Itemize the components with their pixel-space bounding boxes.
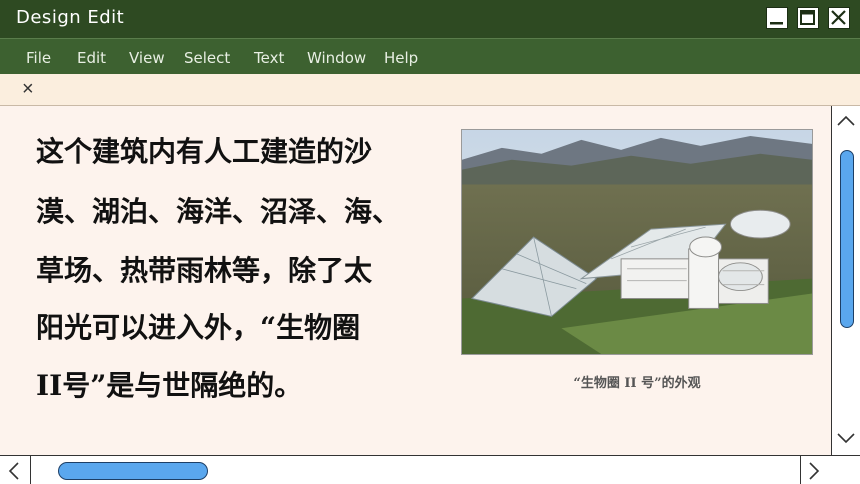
chevron-up-icon[interactable] <box>836 114 856 128</box>
menu-help[interactable]: Help <box>384 49 418 67</box>
maximize-icon <box>800 10 815 25</box>
menu-text[interactable]: Text <box>254 49 284 67</box>
chevron-left-icon[interactable] <box>6 461 22 481</box>
vertical-scroll-thumb[interactable] <box>840 150 854 328</box>
title-bar: Design Edit <box>0 0 860 38</box>
menu-bar: File Edit View Select Text Window Help <box>0 38 860 74</box>
body-text-line-2: 漠、湖泊、海洋、沼泽、海、 <box>36 195 401 228</box>
minimize-icon <box>770 22 783 25</box>
menu-view[interactable]: View <box>129 49 165 67</box>
maximize-button[interactable] <box>797 7 819 29</box>
minimize-button[interactable] <box>766 7 788 29</box>
menu-select[interactable]: Select <box>184 49 230 67</box>
chevron-down-icon[interactable] <box>836 431 856 445</box>
body-text-line-5: II号”是与世隔绝的。 <box>36 369 303 402</box>
image-caption: “生物圈 II 号”的外观 <box>573 376 701 391</box>
chevron-right-icon[interactable] <box>806 461 822 481</box>
scrollbar-divider <box>30 456 31 484</box>
menu-edit[interactable]: Edit <box>77 49 106 67</box>
scrollbar-divider <box>800 456 801 484</box>
window-title: Design Edit <box>16 7 125 28</box>
close-icon <box>831 10 846 25</box>
body-text-line-4: 阳光可以进入外，“生物圈 <box>36 311 361 344</box>
biosphere-photo <box>461 129 813 355</box>
tab-bar: × <box>0 74 860 106</box>
close-button[interactable] <box>828 7 850 29</box>
body-text-line-3: 草场、热带雨林等，除了太 <box>36 254 373 287</box>
tab-close-icon[interactable]: × <box>22 78 34 101</box>
body-text-line-1: 这个建筑内有人工建造的沙 <box>36 135 373 168</box>
menu-window[interactable]: Window <box>307 49 366 67</box>
horizontal-scroll-thumb[interactable] <box>58 462 208 480</box>
menu-file[interactable]: File <box>26 49 51 67</box>
